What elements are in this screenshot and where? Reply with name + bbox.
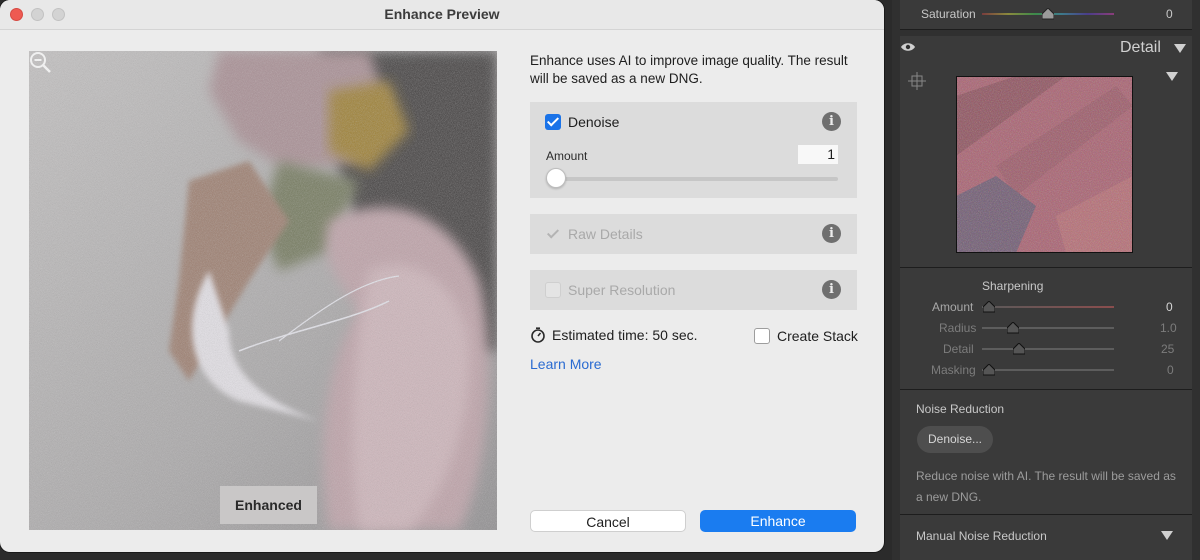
estimated-time: Estimated time: 50 sec. [530,327,698,343]
create-stack-checkbox[interactable] [754,328,770,344]
sharp-detail-label: Detail [943,342,974,356]
saturation-value: 0 [1166,7,1173,21]
noise-reduction-title: Noise Reduction [916,402,1005,416]
detail-preview-collapse-icon[interactable] [1166,72,1178,81]
sharp-radius-track[interactable] [982,327,1114,329]
raw-details-group: Raw Details i [530,214,857,254]
detail-preview-thumbnail[interactable] [956,76,1133,253]
super-resolution-group: Super Resolution i [530,270,857,310]
detail-preview-artwork [956,76,1133,253]
eye-icon[interactable] [900,42,916,52]
amount-slider-thumb[interactable] [546,168,566,188]
sharp-amount-thumb[interactable] [983,301,995,313]
manual-noise-reduction-title: Manual Noise Reduction [916,529,1047,543]
enhanced-badge: Enhanced [220,486,317,524]
amount-label: Amount [546,149,588,163]
estimated-time-text: Estimated time: 50 sec. [552,327,698,343]
sharp-detail-value: 25 [1161,342,1175,356]
sharp-masking-value: 0 [1167,363,1174,377]
zoom-out-icon[interactable] [29,51,53,75]
stopwatch-icon [531,327,545,343]
sharp-radius-value: 1.0 [1160,321,1177,335]
enhance-description: Enhance uses AI to improve image quality… [530,53,848,86]
super-resolution-info-icon[interactable]: i [822,280,841,299]
sharp-detail-thumb[interactable] [1013,343,1025,355]
enhance-button[interactable]: Enhance [700,510,856,532]
super-resolution-checkbox [545,282,561,298]
raw-details-info-icon[interactable]: i [822,224,841,243]
detail-title: Detail [1120,39,1161,56]
denoise-checkbox[interactable] [545,114,561,130]
saturation-slider-thumb[interactable] [1042,8,1054,20]
create-stack-label: Create Stack [777,328,858,344]
denoise-label: Denoise [568,114,620,130]
sharp-radius-label: Radius [939,321,977,335]
sharp-masking-thumb[interactable] [983,364,995,376]
enhance-preview-dialog: Enhance Preview Enhanced Enhance uses AI… [0,0,884,552]
sharp-radius-thumb[interactable] [1007,322,1019,334]
sharp-masking-label: Masking [931,363,976,377]
sharp-amount-track[interactable] [982,306,1114,308]
preview-artwork [29,51,497,530]
sharp-amount-value: 0 [1166,300,1173,314]
sharp-masking-track[interactable] [982,369,1114,371]
cancel-button[interactable]: Cancel [530,510,686,532]
amount-input[interactable]: 1 [798,145,838,164]
learn-more-link[interactable]: Learn More [530,356,602,372]
dialog-title: Enhance Preview [384,6,500,22]
amount-slider-track[interactable] [546,177,838,181]
sharp-detail-track[interactable] [982,348,1114,350]
denoise-info-icon[interactable]: i [822,112,841,131]
enhanced-preview-image[interactable]: Enhanced [29,51,497,530]
raw-details-checkbox [545,226,561,242]
super-resolution-label: Super Resolution [568,282,676,298]
title-bar: Enhance Preview [0,0,884,30]
sharp-amount-label: Amount [932,300,974,314]
denoise-group: Denoise i Amount 1 [530,102,857,198]
manual-noise-reduction-collapse-icon[interactable] [1161,531,1173,540]
denoise-panel-button[interactable]: Denoise... [917,426,993,453]
target-crosshair-icon[interactable] [908,72,926,90]
raw-details-label: Raw Details [568,226,643,242]
sharpening-title: Sharpening [982,279,1044,293]
saturation-label: Saturation [921,7,976,21]
detail-collapse-icon[interactable] [1174,44,1186,53]
noise-reduction-description: Reduce noise with AI. The result will be… [916,469,1176,504]
